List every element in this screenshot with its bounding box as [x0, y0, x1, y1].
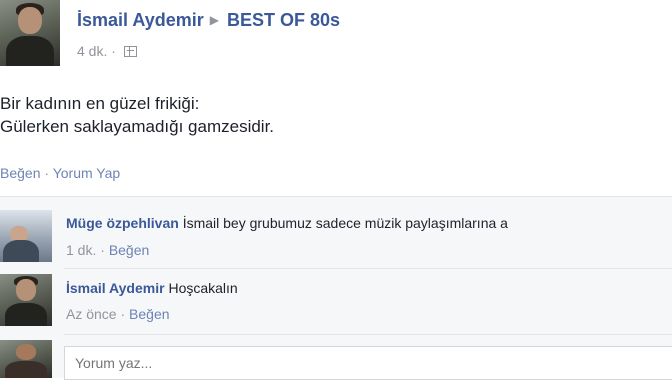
meta-separator: · — [111, 43, 116, 59]
comment-meta: 1 dk. · Beğen — [66, 242, 149, 258]
avatar-face — [18, 6, 42, 35]
post-meta: 4 dk. · — [77, 43, 137, 59]
comment-timestamp[interactable]: 1 dk. — [66, 242, 96, 258]
comment-like-button[interactable]: Beğen — [109, 242, 149, 258]
comment-text: Hoşcakalın — [168, 280, 238, 296]
post-actions: Beğen · Yorum Yap — [0, 165, 120, 181]
post-body: Bir kadının en güzel frikiği: Gülerken s… — [0, 92, 274, 138]
action-separator: · — [44, 165, 50, 181]
comment-like-button[interactable]: Beğen — [129, 306, 169, 322]
comment-author-link[interactable]: Müge özpehlivan — [66, 215, 179, 231]
like-button[interactable]: Beğen — [0, 165, 40, 181]
post-author-link[interactable]: İsmail Aydemir — [77, 10, 204, 30]
avatar-body — [6, 36, 54, 66]
post-text-line: Gülerken saklayamadığı gamzesidir. — [0, 117, 275, 136]
comment-text-line: Müge özpehlivan İsmail bey grubumuz sade… — [66, 215, 508, 231]
comment-meta: Az önce · Beğen — [66, 306, 170, 322]
avatar-face — [15, 343, 37, 360]
comment-divider — [64, 334, 672, 335]
avatar-body — [5, 360, 47, 378]
comment-button[interactable]: Yorum Yap — [53, 165, 120, 181]
avatar-body — [5, 302, 47, 326]
meta-separator: · — [100, 242, 105, 258]
comment-text-line: İsmail Aydemir Hoşcakalın — [66, 280, 238, 296]
post-timestamp[interactable]: 4 dk. — [77, 43, 107, 59]
avatar-face — [15, 279, 37, 302]
comment-input[interactable] — [64, 346, 672, 380]
comment-divider — [64, 268, 672, 269]
comment-author-avatar[interactable] — [0, 210, 52, 262]
post-author-avatar[interactable] — [0, 0, 60, 66]
post-group-link[interactable]: BEST OF 80s — [227, 10, 340, 30]
current-user-avatar — [0, 340, 52, 378]
comment-text: İsmail bey grubumuz sadece müzik paylaşı… — [182, 215, 508, 231]
audience-icon[interactable] — [123, 46, 137, 57]
arrow-right-icon: ▶ — [209, 13, 219, 27]
post-header: İsmail Aydemir ▶ BEST OF 80s — [77, 10, 340, 34]
comment-timestamp[interactable]: Az önce — [66, 306, 117, 322]
avatar-body — [2, 240, 39, 262]
meta-separator: · — [120, 306, 126, 322]
comment-author-avatar[interactable] — [0, 274, 52, 326]
post-text-line: Bir kadının en güzel frikiği: — [0, 94, 200, 113]
comment-author-link[interactable]: İsmail Aydemir — [66, 280, 165, 296]
